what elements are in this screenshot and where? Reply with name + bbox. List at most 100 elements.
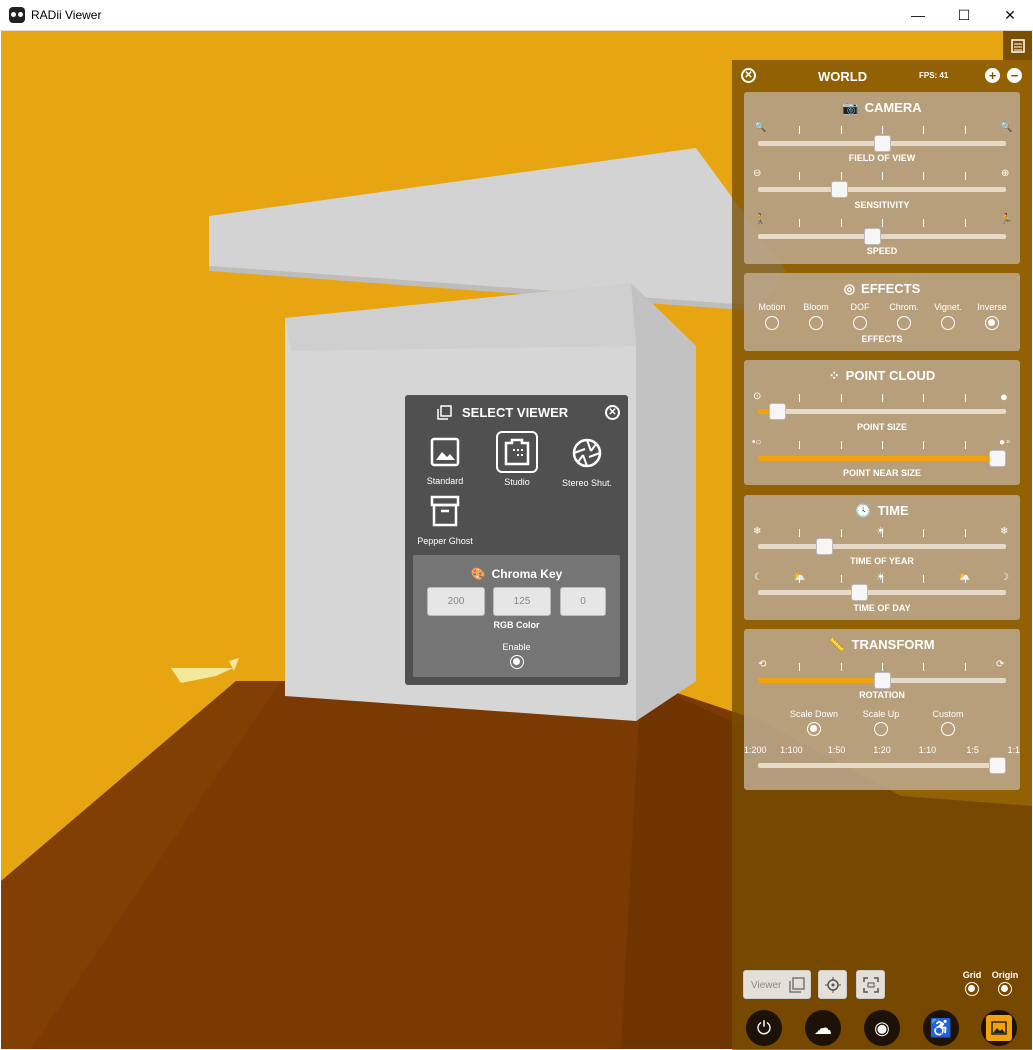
blue-input[interactable]: 0 — [560, 587, 606, 616]
panel-toggle-button[interactable] — [1003, 31, 1032, 60]
slider-tick — [964, 441, 966, 449]
chroma-key-panel: 🎨 Chroma Key 200 125 0 RGB Color Enable — [413, 555, 620, 677]
broadcast-icon: ◉ — [874, 1017, 890, 1038]
slider-tick — [840, 529, 842, 537]
slider-thumb[interactable] — [831, 181, 849, 198]
slider-tick — [923, 575, 925, 583]
slider-tick — [799, 441, 801, 449]
slider-thumb[interactable] — [863, 228, 881, 245]
effects-caption: EFFECTS — [861, 334, 903, 344]
point-cloud-section: ⁘ POINT CLOUD ⊙ ● POINT SIZE •○ ●∘ POINT … — [744, 360, 1020, 485]
select-viewer-dialog: SELECT VIEWER ✕ Standard Studio Stereo S… — [405, 395, 628, 685]
moon-icon: ☽ — [1000, 572, 1009, 583]
slider-tick — [840, 219, 842, 227]
viewer-button[interactable]: Viewer — [743, 970, 811, 999]
minus-circle-icon: ⊖ — [753, 168, 762, 179]
scale-mode-toggle[interactable] — [807, 722, 821, 736]
origin-toggle[interactable] — [998, 982, 1012, 996]
world-button[interactable] — [981, 1010, 1017, 1046]
point-near-size-label: POINT NEAR SIZE — [842, 468, 921, 478]
effect-toggle[interactable] — [985, 316, 999, 330]
snowflake-icon: ❄ — [753, 526, 762, 537]
fullscreen-button[interactable] — [856, 970, 885, 999]
scale-tick-label: 1:1 — [1007, 745, 1020, 755]
slider-tick — [840, 172, 842, 180]
plugin-button[interactable]: ⏻ — [746, 1010, 782, 1046]
slider-track[interactable] — [758, 234, 1006, 239]
slider-tick — [882, 394, 883, 402]
person-button[interactable]: ♿ — [923, 1010, 959, 1046]
near-large-icon: ●∘ — [999, 437, 1012, 448]
speed-label: SPEED — [866, 246, 898, 256]
grid-toggle[interactable] — [965, 982, 979, 996]
slider-tick — [964, 172, 966, 180]
slider-tick — [799, 219, 801, 227]
zoom-out-icon: 🔍 — [754, 122, 767, 133]
effect-label: Motion — [758, 302, 786, 312]
snowflake-icon: ❄ — [1000, 526, 1009, 537]
close-dialog-icon[interactable]: ✕ — [605, 405, 620, 420]
effect-toggle[interactable] — [853, 316, 867, 330]
archive-icon — [430, 495, 460, 527]
slider-thumb[interactable] — [769, 403, 787, 420]
slider-track[interactable] — [758, 187, 1006, 192]
app-logo-icon — [9, 7, 25, 23]
ruler-icon: 📏 — [829, 637, 846, 652]
world-title: WORLD — [818, 69, 868, 84]
add-icon[interactable]: + — [985, 68, 1000, 83]
small-point-icon: ⊙ — [753, 391, 762, 402]
origin-label: Origin — [991, 970, 1019, 980]
slider-tick — [923, 172, 925, 180]
viewer-option-label: Pepper Ghost — [417, 536, 473, 546]
effect-toggle[interactable] — [809, 316, 823, 330]
scale-mode-label: Scale Up — [862, 709, 900, 719]
effect-toggle[interactable] — [941, 316, 955, 330]
crosshair-icon — [824, 976, 841, 993]
viewer-option-standard[interactable]: Standard — [405, 437, 485, 486]
chroma-enable-toggle[interactable] — [510, 655, 524, 669]
effect-label: Bloom — [803, 302, 829, 312]
slider-thumb[interactable] — [816, 538, 834, 555]
time-title: TIME — [877, 503, 909, 518]
green-input[interactable]: 125 — [493, 587, 551, 616]
slider-tick — [964, 663, 966, 671]
viewer-option-pepper-ghost[interactable]: Pepper Ghost — [405, 495, 485, 546]
cloud-button[interactable]: ☁ — [805, 1010, 841, 1046]
maximize-button[interactable]: ☐ — [941, 0, 987, 30]
scale-mode-toggle[interactable] — [874, 722, 888, 736]
slider-track[interactable] — [758, 409, 1006, 414]
slider-thumb[interactable] — [851, 584, 869, 601]
slider-tick — [923, 529, 925, 537]
slider-track[interactable] — [758, 590, 1006, 595]
slider-thumb[interactable] — [989, 757, 1006, 774]
effect-toggle[interactable] — [765, 316, 779, 330]
slider-fill — [758, 678, 882, 683]
viewer-option-studio[interactable]: Studio — [477, 431, 557, 487]
effects-title: EFFECTS — [861, 281, 921, 296]
slider-tick — [923, 663, 925, 671]
slider-track[interactable] — [758, 763, 1006, 768]
slider-tick — [923, 219, 925, 227]
remove-icon[interactable]: − — [1007, 68, 1022, 83]
image-icon — [986, 1015, 1012, 1041]
title-bar: RADii Viewer — ☐ ✕ — [0, 0, 1033, 31]
locate-button[interactable] — [818, 970, 847, 999]
slider-thumb[interactable] — [989, 450, 1006, 467]
slider-thumb[interactable] — [873, 135, 891, 152]
slider-tick — [964, 126, 966, 134]
walk-icon: 🚶 — [754, 214, 767, 225]
viewer-option-stereo-shutter[interactable]: Stereo Shut. — [547, 437, 627, 488]
slider-tick — [964, 219, 966, 227]
close-panel-icon[interactable]: ✕ — [741, 68, 756, 83]
slider-tick — [882, 172, 883, 180]
broadcast-button[interactable]: ◉ — [864, 1010, 900, 1046]
scale-mode-toggle[interactable] — [941, 722, 955, 736]
slider-track[interactable] — [758, 544, 1006, 549]
effect-toggle[interactable] — [897, 316, 911, 330]
slider-tick — [840, 441, 842, 449]
minimize-button[interactable]: — — [895, 0, 941, 30]
close-button[interactable]: ✕ — [987, 0, 1033, 30]
red-input[interactable]: 200 — [427, 587, 485, 616]
point-size-label: POINT SIZE — [856, 422, 907, 432]
slider-thumb[interactable] — [873, 672, 891, 689]
